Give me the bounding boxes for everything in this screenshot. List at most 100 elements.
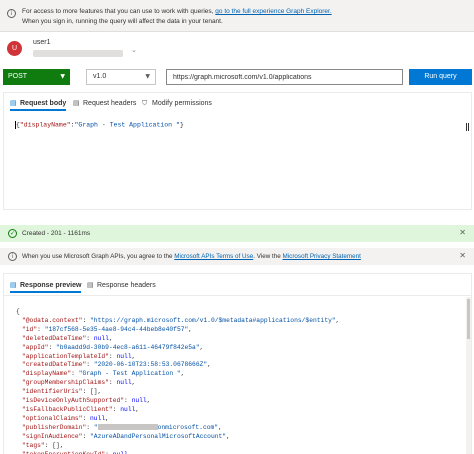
response-line: "tags": [], — [22, 441, 64, 449]
response-line: "@odata.context": "https://graph.microso… — [22, 316, 340, 324]
json-key: "deletedDateTime" — [22, 334, 87, 342]
response-line: { — [16, 308, 20, 315]
json-value: null — [131, 397, 147, 405]
response-line: "identifierUris": [], — [22, 388, 102, 396]
json-key: "appId" — [22, 343, 49, 351]
response-line: "groupMembershipClaims": null, — [22, 379, 136, 387]
json-value: "AzureADandPersonalMicrosoftAccount" — [90, 432, 227, 440]
list-icon: ▤ — [73, 99, 80, 107]
redacted-value — [97, 424, 158, 431]
response-line: "deletedDateTime": null, — [22, 334, 113, 342]
json-key: "id" — [22, 325, 38, 333]
list-icon: ▤ — [87, 281, 94, 289]
json-key: "displayName" — [22, 370, 72, 378]
editor-scrollbar[interactable] — [466, 123, 469, 131]
tab-request-headers[interactable]: ▤ Request headers — [73, 96, 136, 111]
request-body-editor[interactable]: {"displayName":"Graph - Test Application… — [15, 121, 470, 207]
response-line: "displayName": "Graph - Test Application… — [22, 370, 185, 378]
banner-line-1: For access to more features that you can… — [22, 8, 332, 15]
response-line: "applicationTemplateId": null, — [22, 352, 136, 360]
user-name: user1 — [33, 39, 51, 46]
json-key: "identifierUris" — [22, 388, 83, 396]
json-value: null — [116, 379, 132, 387]
info-banner: i For access to more features that you c… — [0, 0, 474, 32]
banner-line-2: When you sign in, running the query will… — [22, 18, 223, 25]
json-key: "signInAudience" — [22, 432, 83, 440]
info-icon: i — [8, 252, 17, 261]
check-circle-icon: ✓ — [8, 229, 17, 238]
chevron-down-icon[interactable]: ⌄ — [131, 46, 137, 54]
json-value: [] — [90, 388, 98, 396]
scrollbar-thumb[interactable] — [467, 299, 470, 339]
tab-response-headers[interactable]: ▤ Response headers — [87, 278, 156, 293]
url-input[interactable] — [166, 69, 403, 85]
user-row: U user1 ⌄ — [0, 35, 474, 63]
json-value: onmicrosoft.com" — [157, 423, 219, 431]
json-value: "2020-06-10T23:58:53.0678666Z" — [93, 361, 208, 369]
json-value: "https://graph.microsoft.com/v1.0/$metad… — [90, 316, 336, 324]
request-tabs: ▤ Request body ▤ Request headers ⛉ Modify p… — [4, 93, 471, 113]
terms-bar: i When you use Microsoft Graph APIs, you… — [0, 248, 474, 265]
response-viewer[interactable]: { "@odata.context": "https://graph.micro… — [16, 308, 466, 454]
version-value: v1.0 — [93, 73, 107, 80]
json-key: "isFallbackPublicClient" — [22, 405, 113, 413]
json-key: "optionalClaims" — [22, 414, 83, 422]
response-line: "optionalClaims": null, — [22, 414, 109, 422]
response-line: "tokenEncryptionKeyId": null, — [16, 451, 466, 454]
response-scrollbar[interactable] — [466, 297, 471, 454]
run-query-button[interactable]: Run query — [409, 69, 472, 85]
request-panel: ▤ Request body ▤ Request headers ⛉ Modify p… — [3, 92, 472, 210]
version-dropdown[interactable]: v1.0 ▼ — [86, 69, 156, 85]
json-value: "Graph - Test Application " — [78, 370, 181, 378]
status-text: Created - 201 - 1161ms — [22, 230, 91, 237]
chevron-down-icon: ▼ — [60, 73, 65, 80]
json-value: null — [90, 414, 106, 422]
user-email-redacted — [33, 50, 123, 57]
chevron-down-icon: ▼ — [145, 73, 150, 80]
avatar[interactable]: U — [7, 41, 22, 56]
terms-of-use-link[interactable]: Microsoft APIs Terms of Use — [174, 253, 253, 260]
editor-line: {"displayName":"Graph - Test Application… — [15, 121, 184, 129]
response-panel: ▤ Response preview ▤ Response headers { "@… — [3, 273, 472, 454]
document-icon: ▤ — [10, 281, 17, 289]
method-dropdown[interactable]: POST ▼ — [3, 69, 70, 85]
close-icon[interactable]: ✕ — [459, 228, 466, 237]
response-tabs: ▤ Response preview ▤ Response headers — [4, 274, 471, 296]
json-value: null — [116, 352, 132, 360]
json-value: "b0aadd9d-30b9-4ec8-a611-46479f842e5a" — [56, 343, 200, 351]
json-value: null — [112, 450, 128, 454]
json-key: "tokenEncryptionKeyId" — [22, 450, 106, 454]
terms-text: When you use Microsoft Graph APIs, you a… — [22, 253, 361, 260]
json-value: [] — [52, 441, 60, 449]
shield-icon: ⛉ — [142, 99, 148, 107]
close-icon[interactable]: ✕ — [459, 251, 466, 260]
json-key: "tags" — [22, 441, 45, 449]
tab-modify-permissions[interactable]: ⛉ Modify permissions — [142, 96, 212, 111]
info-icon: i — [7, 9, 16, 18]
response-line: "createdDateTime": "2020-06-10T23:58:53.… — [22, 361, 211, 369]
method-value: POST — [8, 73, 28, 80]
full-experience-link[interactable]: go to the full experience Graph Explorer… — [215, 8, 331, 15]
tab-request-body[interactable]: ▤ Request body — [10, 96, 67, 111]
tab-response-preview[interactable]: ▤ Response preview — [10, 278, 82, 293]
response-line: "isFallbackPublicClient": null, — [22, 405, 140, 413]
json-value: "187cf568-5e35-4ae8-94c4-44beb8e40f57" — [44, 325, 189, 333]
status-bar: ✓ Created - 201 - 1161ms ✕ — [0, 225, 474, 242]
query-row: POST ▼ v1.0 ▼ Run query — [0, 69, 474, 87]
document-icon: ▤ — [10, 99, 17, 107]
json-value: null — [120, 405, 136, 413]
response-line: "isDeviceOnlyAuthSupported": null, — [22, 397, 151, 405]
response-line: "appId": "b0aadd9d-30b9-4ec8-a611-46479f… — [22, 343, 204, 351]
json-value: null — [93, 334, 109, 342]
json-key: "publisherDomain" — [22, 423, 87, 431]
response-line: "id": "187cf568-5e35-4ae8-94c4-44beb8e40… — [22, 325, 193, 333]
response-line: "signInAudience": "AzureADandPersonalMic… — [22, 432, 230, 440]
json-key: "isDeviceOnlyAuthSupported" — [22, 397, 125, 405]
response-line: "publisherDomain": " onmicrosoft.com", — [22, 423, 222, 431]
response-lines: "@odata.context": "https://graph.microso… — [16, 317, 466, 454]
banner-text: For access to more features that you can… — [22, 8, 216, 15]
json-key: "createdDateTime" — [22, 361, 87, 369]
privacy-statement-link[interactable]: Microsoft Privacy Statement — [283, 253, 361, 260]
json-key: "applicationTemplateId" — [22, 352, 109, 360]
json-key: "@odata.context" — [22, 316, 83, 324]
